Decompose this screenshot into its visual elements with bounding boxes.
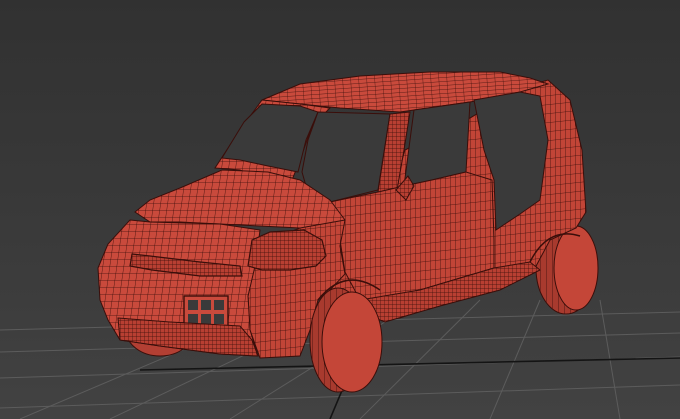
headlight bbox=[247, 229, 327, 271]
3d-viewport[interactable] bbox=[0, 0, 680, 419]
car-wireframe-model[interactable] bbox=[97, 71, 599, 393]
front-wheel-near bbox=[309, 287, 383, 393]
front-door-window bbox=[301, 111, 391, 203]
viewport-canvas[interactable] bbox=[0, 0, 680, 419]
